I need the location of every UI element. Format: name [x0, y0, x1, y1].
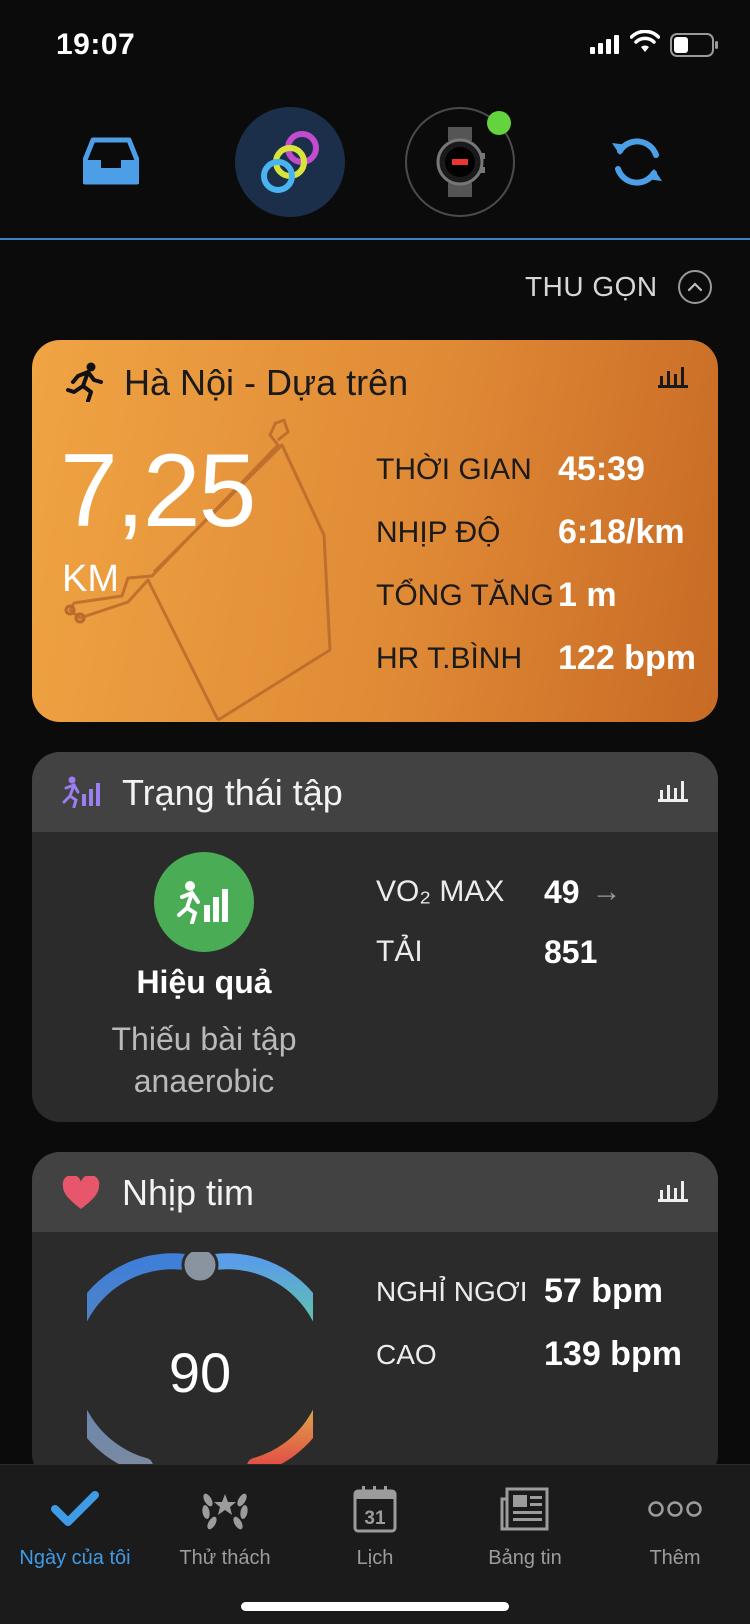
- nav-item-newsfeed[interactable]: Bảng tin: [450, 1479, 600, 1570]
- chevron-up-icon: [677, 270, 712, 304]
- nav-item-more[interactable]: Thêm: [600, 1479, 750, 1570]
- training-status-icon: [62, 776, 100, 808]
- stat-row: NHỊP ĐỘ 6:18/km: [376, 501, 696, 564]
- distance-unit: KM: [62, 558, 119, 600]
- bar-chart-icon[interactable]: [658, 1178, 688, 1202]
- training-description: Thiếu bài tập anaerobic: [111, 1021, 297, 1099]
- watch-device-icon: [436, 127, 485, 197]
- nav-label: Bảng tin: [488, 1547, 562, 1569]
- newsfeed-icon: [450, 1479, 600, 1539]
- sync-button[interactable]: [605, 130, 669, 194]
- sync-icon: [612, 138, 662, 186]
- card-header: Trạng thái tập: [32, 752, 718, 832]
- stat-value: 6:18/km: [558, 513, 685, 551]
- metric-row: NGHỈ NGƠI 57 bpm: [376, 1260, 682, 1323]
- activity-card[interactable]: Hà Nội - Dựa trên 7,25 KM THỜI GIAN 45:3…: [32, 340, 718, 722]
- metric-label: VO₂ MAX: [376, 875, 505, 908]
- nav-item-my-day[interactable]: Ngày của tôi: [0, 1479, 150, 1570]
- arrow-right-icon: →: [591, 875, 622, 908]
- metric-row: VO₂ MAX 49 →: [376, 862, 622, 922]
- training-status-card[interactable]: Trạng thái tập Hiệu quả Thiếu bài tập an…: [32, 752, 718, 1122]
- top-toolbar: [0, 100, 750, 240]
- metric-row: TẢI 851: [376, 922, 622, 982]
- status-time: 19:07: [56, 28, 136, 61]
- collapse-toggle[interactable]: THU GỌN: [525, 270, 712, 304]
- stat-row: TỔNG TĂNG 1 m: [376, 564, 696, 627]
- activity-rings-icon: [261, 131, 319, 193]
- heart-rate-current: 90: [168, 1341, 232, 1404]
- nav-item-calendar[interactable]: 31 Lịch: [300, 1479, 450, 1570]
- stat-label: HR T.BÌNH: [376, 641, 523, 675]
- inbox-icon: [83, 137, 139, 185]
- calendar-icon: 31: [300, 1479, 450, 1539]
- metric-value: 139 bpm: [544, 1335, 682, 1373]
- metric-value: 57 bpm: [544, 1272, 664, 1310]
- nav-label: Thêm: [649, 1547, 701, 1569]
- stat-row: HR T.BÌNH 122 bpm: [376, 627, 696, 690]
- stat-value: 45:39: [558, 450, 645, 488]
- nav-label: Lịch: [356, 1547, 394, 1569]
- metric-row: CAO 139 bpm: [376, 1323, 682, 1386]
- stat-label: NHỊP ĐỘ: [376, 515, 501, 549]
- stat-value: 1 m: [558, 576, 617, 614]
- heart-rate-metrics: NGHỈ NGƠI 57 bpm CAO 139 bpm: [376, 1260, 682, 1386]
- distance-value: 7,25: [60, 433, 256, 549]
- wifi-icon: [630, 30, 660, 52]
- bar-chart-icon[interactable]: [658, 778, 688, 802]
- heart-rate-card[interactable]: Nhịp tim 90 NGHỈ NGƠI 57 bpm CAO 139 bpm: [32, 1152, 718, 1482]
- connected-indicator: [487, 111, 511, 135]
- calendar-day: 31: [364, 1508, 386, 1529]
- card-header: Nhịp tim: [32, 1152, 718, 1232]
- bottom-nav: Ngày của tôi Thử thách 31 Lịch Bảng tin …: [0, 1464, 750, 1624]
- card-title: Nhịp tim: [122, 1172, 255, 1213]
- checkmark-icon: [0, 1479, 150, 1539]
- metric-label: NGHỈ NGƠI: [376, 1275, 528, 1307]
- stat-row: THỜI GIAN 45:39: [376, 438, 696, 501]
- home-indicator[interactable]: [241, 1602, 509, 1611]
- metric-label: TẢI: [376, 935, 423, 968]
- activity-stats: THỜI GIAN 45:39 NHỊP ĐỘ 6:18/km TỔNG TĂN…: [376, 438, 696, 690]
- running-icon: [66, 362, 103, 402]
- more-icon: [600, 1479, 750, 1539]
- signal-icon: [590, 35, 619, 54]
- stat-label: TỔNG TĂNG: [376, 578, 554, 612]
- metric-label: CAO: [376, 1338, 437, 1370]
- activity-rings-button[interactable]: [235, 107, 345, 217]
- inbox-button[interactable]: [80, 130, 142, 192]
- stat-label: THỜI GIAN: [376, 452, 532, 486]
- status-bar: 19:07: [0, 0, 750, 90]
- training-metrics: VO₂ MAX 49 → TẢI 851: [376, 862, 622, 982]
- heart-icon: [62, 1176, 100, 1209]
- metric-value: 49: [544, 873, 580, 910]
- productive-status-icon: [154, 852, 254, 952]
- activity-title: Hà Nội - Dựa trên: [124, 362, 409, 403]
- metric-value: 851: [544, 933, 598, 970]
- stat-value: 122 bpm: [558, 639, 696, 677]
- nav-item-challenges[interactable]: Thử thách: [150, 1479, 300, 1570]
- nav-label: Ngày của tôi: [19, 1547, 131, 1569]
- laurel-icon: [150, 1479, 300, 1539]
- nav-label: Thử thách: [179, 1547, 271, 1569]
- collapse-label: THU GỌN: [525, 271, 658, 302]
- battery-icon: [670, 33, 718, 57]
- training-state: Hiệu quả: [136, 964, 272, 1000]
- device-button[interactable]: [405, 107, 515, 217]
- bar-chart-icon[interactable]: [658, 364, 688, 388]
- card-title: Trạng thái tập: [122, 772, 343, 813]
